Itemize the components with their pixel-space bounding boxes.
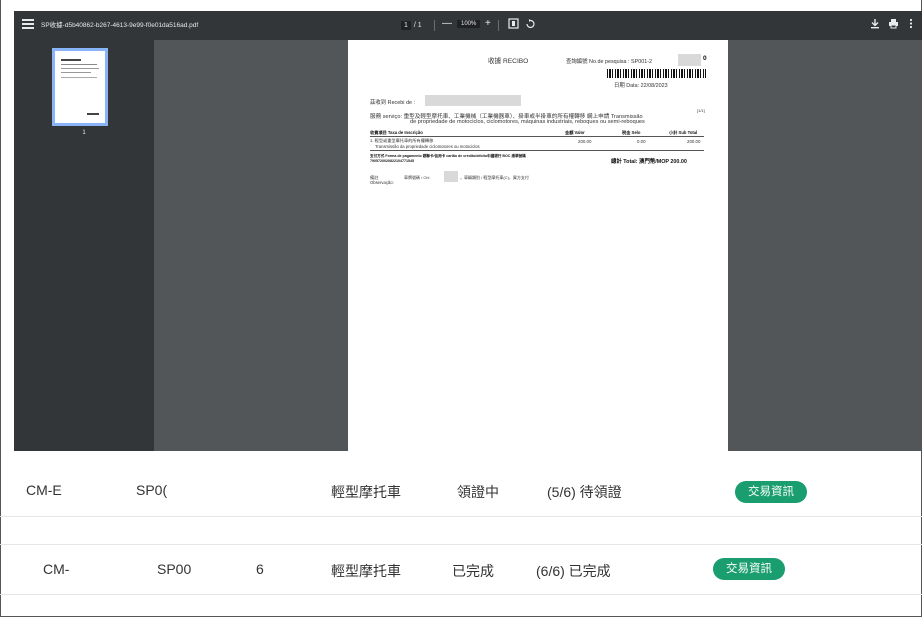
zoom-input[interactable]: 100% bbox=[457, 20, 481, 28]
transaction-info-button[interactable]: 交易資訊 bbox=[735, 481, 807, 503]
print-icon[interactable] bbox=[888, 18, 899, 34]
zoom-in-button[interactable]: + bbox=[485, 17, 491, 31]
page-total: / 1 bbox=[413, 21, 422, 29]
row-state: 領證中 bbox=[457, 484, 499, 500]
download-icon[interactable] bbox=[870, 18, 880, 34]
received-from-label: 茲收到 Recebi de : bbox=[370, 100, 415, 106]
row-id: CM-E bbox=[26, 482, 62, 498]
redacted-plate bbox=[444, 171, 458, 182]
remark-text: 車牌號碼 / Chi bbox=[404, 175, 430, 180]
page-number-input[interactable]: 1 bbox=[401, 20, 411, 30]
receipt-total: 總計 Total: 澳門幣/MOP 200.00 bbox=[611, 159, 687, 165]
row-divider bbox=[0, 516, 922, 517]
pdf-page: 收據 RECIBO 查詢編號 No.de pesquisa : SP001-2 … bbox=[348, 40, 728, 451]
more-options-icon[interactable] bbox=[909, 18, 913, 34]
service-line-2: de propriedade de motociclos, ciclomotor… bbox=[410, 119, 645, 125]
query-number-suffix: 0 bbox=[703, 55, 707, 62]
row-state: 已完成 bbox=[452, 563, 494, 579]
redacted-box bbox=[678, 54, 701, 66]
row-vehicle-type: 輕型摩托車 bbox=[331, 484, 401, 500]
page-indicator: 1 / 1 bbox=[401, 19, 422, 31]
redacted-name bbox=[425, 95, 521, 106]
item-stamp: 0.00 bbox=[637, 139, 646, 144]
item-line-2: Transmissão da propriedade ciclomotores … bbox=[375, 144, 480, 149]
receipt-date: 日期 Data: 22/08/2023 bbox=[614, 83, 668, 89]
zoom-out-button[interactable]: — bbox=[442, 17, 452, 31]
row-divider bbox=[0, 594, 922, 595]
transaction-info-button[interactable]: 交易資訊 bbox=[713, 558, 785, 580]
thumbnail-page-number: 1 bbox=[82, 130, 86, 136]
pdf-toolbar: SP收據-d5b40862-b267-4613-9e99-f0e01da516a… bbox=[14, 11, 922, 40]
thumbnail-sidebar: 1 bbox=[14, 40, 154, 451]
pdf-viewer: SP收據-d5b40862-b267-4613-9e99-f0e01da516a… bbox=[14, 11, 922, 451]
page-thumbnail[interactable] bbox=[52, 48, 108, 126]
row-divider bbox=[0, 544, 922, 545]
menu-icon[interactable] bbox=[20, 17, 36, 33]
table-rule bbox=[370, 150, 704, 151]
row-progress: (5/6) 待領證 bbox=[547, 484, 622, 500]
receipt-title: 收據 RECIBO bbox=[488, 58, 529, 65]
row-vehicle-type: 輕型摩托車 bbox=[331, 563, 401, 579]
page-mark: [1/1] bbox=[697, 108, 705, 113]
row-quantity: 6 bbox=[256, 561, 264, 577]
row-id: CM- bbox=[43, 561, 70, 577]
row-progress: (6/6) 已完成 bbox=[536, 563, 611, 579]
payment-line-2: 7905720020822104771545 bbox=[370, 159, 414, 163]
item-value: 200.00 bbox=[578, 139, 592, 144]
query-number-label: 查詢編號 No.de pesquisa : SP001-2 bbox=[566, 59, 652, 65]
item-subtotal: 200.00 bbox=[687, 139, 701, 144]
rotate-icon[interactable] bbox=[525, 18, 536, 34]
remark-label: 備註 Observação: bbox=[370, 175, 394, 185]
remark-tail: ，車輛類別 / 輕型摩托車(C)，買方支付 bbox=[460, 175, 529, 180]
row-code: SP00 bbox=[157, 561, 192, 577]
fit-page-icon[interactable] bbox=[508, 18, 519, 34]
barcode bbox=[607, 69, 706, 78]
toolbar-divider bbox=[434, 20, 435, 31]
row-code: SP0( bbox=[136, 482, 168, 498]
toolbar-divider bbox=[498, 20, 499, 31]
table-rule bbox=[370, 136, 704, 137]
pdf-filename: SP收據-d5b40862-b267-4613-9e99-f0e01da516a… bbox=[41, 22, 199, 29]
